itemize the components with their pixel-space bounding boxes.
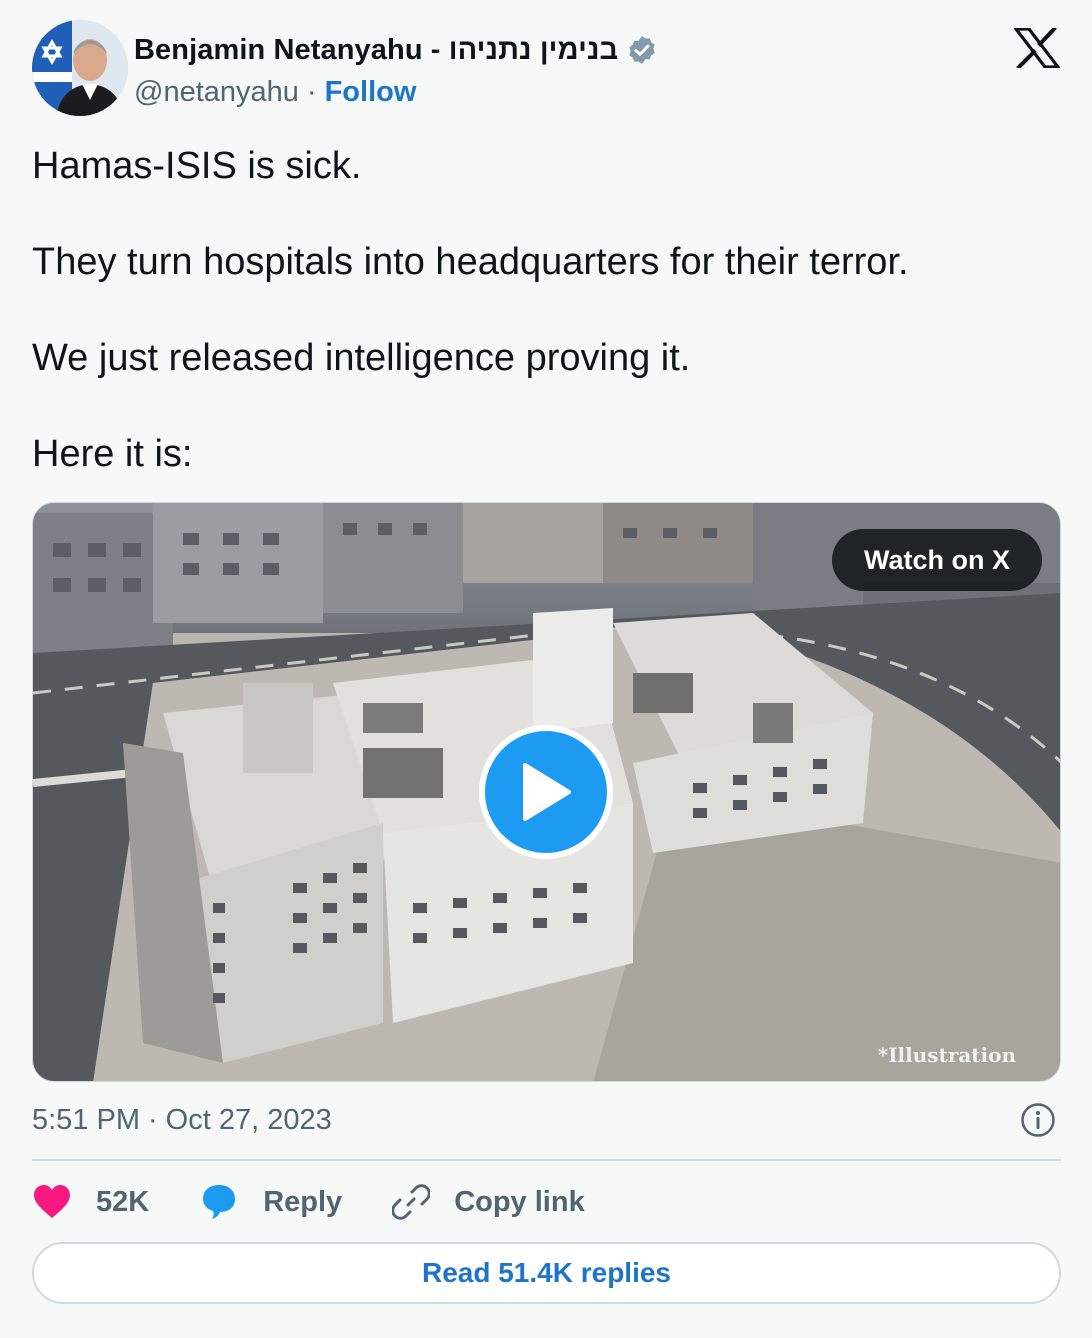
follow-button[interactable]: Follow	[325, 76, 417, 109]
tweet-paragraph: Here it is:	[32, 433, 193, 475]
play-button[interactable]	[479, 725, 613, 859]
link-icon	[392, 1184, 431, 1220]
verified-badge-icon	[626, 34, 658, 66]
video-thumbnail[interactable]: Watch on X *Illustration	[32, 502, 1061, 1082]
x-logo-icon[interactable]	[1012, 26, 1062, 70]
heart-icon	[34, 1185, 70, 1218]
reply-bubble-icon	[203, 1185, 236, 1219]
tweet-text: Hamas-ISIS is sick. They turn hospitals …	[32, 142, 1052, 478]
info-icon[interactable]	[1020, 1102, 1056, 1138]
avatar-image	[32, 20, 128, 116]
tweet-card: Benjamin Netanyahu - בנימין נתניהו @neta…	[0, 0, 1092, 1338]
watch-on-x-button[interactable]: Watch on X	[832, 529, 1042, 591]
tweet-date: Oct 27, 2023	[165, 1103, 332, 1136]
author-avatar[interactable]	[32, 20, 128, 116]
tweet-paragraph: We just released intelligence proving it…	[32, 337, 691, 379]
timestamp-separator: ·	[148, 1103, 158, 1136]
copy-link-button[interactable]: Copy link	[392, 1183, 585, 1221]
handle-separator: ·	[306, 75, 317, 108]
like-button[interactable]: 52K	[32, 1184, 149, 1220]
tweet-paragraph: They turn hospitals into headquarters fo…	[32, 241, 909, 283]
copy-link-label: Copy link	[454, 1185, 585, 1218]
like-count: 52K	[96, 1185, 150, 1218]
illustration-caption: *Illustration	[877, 1043, 1016, 1067]
author-handle-row: @netanyahu · Follow	[134, 74, 416, 110]
read-replies-button[interactable]: Read 51.4K replies	[32, 1242, 1061, 1304]
author-handle[interactable]: @netanyahu	[134, 76, 299, 109]
author-display-name[interactable]: Benjamin Netanyahu - בנימין נתניהו	[134, 34, 618, 67]
divider	[32, 1159, 1061, 1161]
reply-label: Reply	[263, 1185, 343, 1218]
tweet-time: 5:51 PM	[32, 1103, 140, 1136]
action-bar: 52K Reply Copy link	[32, 1178, 635, 1226]
tweet-timestamp[interactable]: 5:51 PM · Oct 27, 2023	[32, 1102, 332, 1138]
reply-button[interactable]: Reply	[199, 1183, 342, 1221]
play-icon	[523, 763, 571, 821]
author-name-row: Benjamin Netanyahu - בנימין נתניהו	[134, 30, 658, 70]
tweet-paragraph: Hamas-ISIS is sick.	[32, 145, 362, 187]
